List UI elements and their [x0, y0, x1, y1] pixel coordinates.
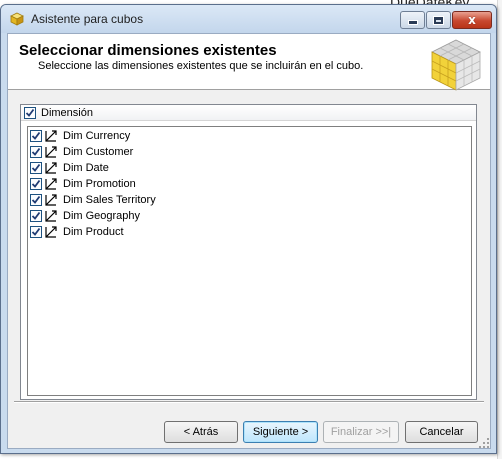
dimension-icon — [45, 178, 57, 190]
dimension-label: Dim Geography — [63, 210, 141, 222]
list-item[interactable]: Dim Product — [28, 224, 468, 240]
list-item[interactable]: Dim Sales Territory — [28, 192, 468, 208]
dimension-icon — [45, 130, 57, 142]
dimension-checkbox[interactable] — [30, 178, 42, 190]
maximize-button[interactable] — [426, 11, 451, 29]
page-subtitle: Seleccione las dimensiones existentes qu… — [38, 60, 364, 72]
check-icon — [25, 108, 35, 117]
dimension-label: Dim Product — [63, 226, 124, 238]
dimension-checkbox[interactable] — [30, 146, 42, 158]
check-icon — [31, 211, 41, 220]
resize-grip-icon[interactable] — [478, 437, 490, 449]
back-button[interactable]: < Atrás — [164, 421, 238, 443]
dimension-label: Dim Promotion — [63, 178, 136, 190]
dimension-checkbox[interactable] — [30, 130, 42, 142]
select-all-checkbox[interactable] — [24, 107, 36, 119]
dimension-list: Dim Currency Dim Customer Dim Date Dim Prom… — [27, 126, 472, 396]
dimension-column-header: Dimensión — [41, 107, 93, 119]
dimension-icon — [45, 194, 57, 206]
minimize-button[interactable] — [400, 11, 425, 29]
dimension-label: Dim Date — [63, 162, 109, 174]
maximize-icon — [433, 15, 444, 25]
cube-icon — [10, 12, 24, 26]
page-title: Seleccionar dimensiones existentes — [19, 42, 277, 59]
wizard-header: Seleccionar dimensiones existentes Selec… — [8, 34, 490, 91]
cancel-button[interactable]: Cancelar — [405, 421, 478, 443]
dimension-icon — [45, 146, 57, 158]
close-icon: x — [468, 13, 476, 27]
dimension-list-header: Dimensión — [21, 105, 476, 121]
dimension-label: Dim Currency — [63, 130, 131, 142]
close-button[interactable]: x — [452, 11, 492, 29]
dimension-label: Dim Sales Territory — [63, 194, 156, 206]
check-icon — [31, 163, 41, 172]
dimension-checkbox[interactable] — [30, 194, 42, 206]
check-icon — [31, 195, 41, 204]
check-icon — [31, 131, 41, 140]
dimension-icon — [45, 226, 57, 238]
dimension-checkbox[interactable] — [30, 226, 42, 238]
list-item[interactable]: Dim Geography — [28, 208, 468, 224]
button-separator — [14, 401, 484, 403]
dimension-label: Dim Customer — [63, 146, 134, 158]
check-icon — [31, 179, 41, 188]
dimension-checkbox[interactable] — [30, 162, 42, 174]
dimension-icon — [45, 210, 57, 222]
list-item[interactable]: Dim Promotion — [28, 176, 468, 192]
window-title: Asistente para cubos — [31, 12, 144, 26]
dimension-list-panel: Dimensión Dim Currency Dim Customer Dim Da… — [20, 104, 477, 400]
cube-wizard-graphic — [431, 39, 481, 91]
dimension-icon — [45, 162, 57, 174]
finish-button[interactable]: Finalizar >>| — [323, 421, 399, 443]
list-item[interactable]: Dim Date — [28, 160, 468, 176]
wizard-client-area: Seleccionar dimensiones existentes Selec… — [7, 33, 491, 449]
next-button[interactable]: Siguiente > — [243, 421, 318, 443]
dimension-checkbox[interactable] — [30, 210, 42, 222]
title-bar[interactable]: Asistente para cubos x — [1, 5, 496, 33]
list-item[interactable]: Dim Customer — [28, 144, 468, 160]
check-icon — [31, 147, 41, 156]
check-icon — [31, 227, 41, 236]
minimize-icon — [407, 20, 418, 25]
background-edge — [497, 0, 502, 459]
wizard-window: Asistente para cubos x Seleccionar dimen… — [0, 4, 497, 454]
list-item[interactable]: Dim Currency — [28, 128, 468, 144]
